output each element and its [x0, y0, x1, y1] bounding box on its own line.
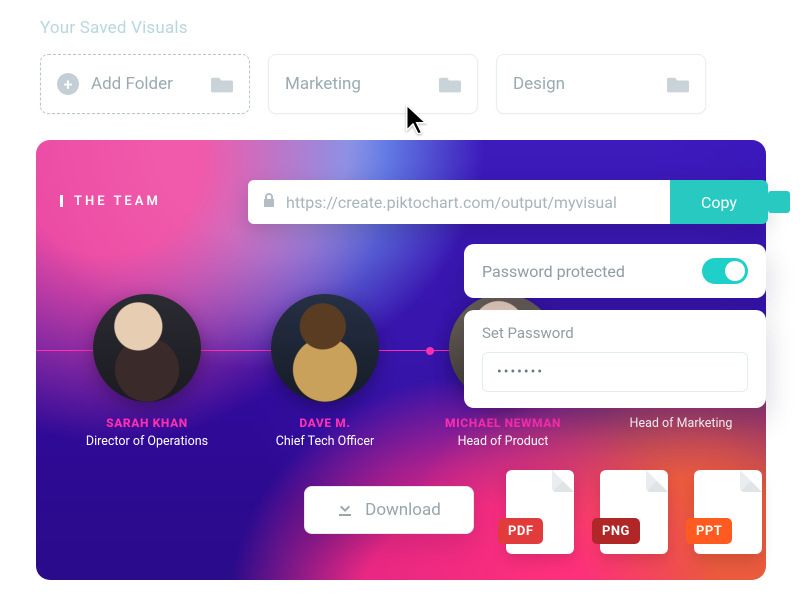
avatar	[271, 294, 379, 402]
share-url-field[interactable]: https://create.piktochart.com/output/myv…	[248, 180, 670, 224]
folder-icon	[439, 75, 461, 93]
password-input[interactable]: •••••••	[482, 352, 748, 392]
file-badge: PPT	[686, 518, 732, 544]
member-role: Director of Operations	[72, 434, 222, 449]
download-label: Download	[365, 500, 441, 520]
folder-label: Design	[513, 74, 565, 94]
section-heading: Your Saved Visuals	[40, 18, 188, 38]
set-password-card: Set Password •••••••	[464, 310, 766, 408]
member-role: Head of Product	[428, 434, 578, 449]
toggle-knob	[725, 261, 745, 281]
file-ppt[interactable]: PPT	[694, 470, 762, 554]
folder-marketing[interactable]: Marketing	[268, 54, 478, 114]
team-member: DAVE M. Chief Tech Officer	[250, 294, 400, 449]
member-name: MICHAEL NEWMAN	[428, 416, 578, 430]
download-button[interactable]: Download	[304, 486, 474, 534]
file-format-row: PDF PNG PPT	[506, 470, 762, 554]
folder-icon	[667, 75, 689, 93]
file-badge: PNG	[592, 518, 640, 544]
member-role: Head of Marketing	[606, 416, 756, 431]
plus-icon: +	[57, 73, 79, 95]
share-url-text: https://create.piktochart.com/output/myv…	[286, 193, 617, 212]
password-protect-card: Password protected	[464, 244, 766, 298]
member-name: SARAH KHAN	[72, 416, 222, 430]
file-badge: PDF	[498, 518, 543, 544]
set-password-label: Set Password	[482, 324, 748, 342]
download-icon	[337, 500, 353, 521]
file-pdf[interactable]: PDF	[506, 470, 574, 554]
folder-label: Marketing	[285, 74, 361, 94]
cursor-icon	[405, 104, 431, 134]
password-toggle[interactable]	[702, 258, 748, 284]
folder-row: + Add Folder Marketing Design	[40, 54, 706, 114]
copy-label: Copy	[701, 193, 737, 212]
add-folder-button[interactable]: + Add Folder	[40, 54, 250, 114]
password-value: •••••••	[497, 364, 544, 380]
folder-design[interactable]: Design	[496, 54, 706, 114]
avatar	[93, 294, 201, 402]
member-role: Chief Tech Officer	[250, 434, 400, 449]
decorative-accent	[768, 191, 790, 213]
member-name: DAVE M.	[250, 416, 400, 430]
folder-icon	[211, 75, 233, 93]
lock-icon	[262, 192, 276, 212]
share-url-bar: https://create.piktochart.com/output/myv…	[248, 180, 768, 224]
password-toggle-label: Password protected	[482, 262, 625, 281]
copy-button[interactable]: Copy	[670, 180, 768, 224]
add-folder-label: Add Folder	[91, 74, 173, 94]
team-member: SARAH KHAN Director of Operations	[72, 294, 222, 449]
file-png[interactable]: PNG	[600, 470, 668, 554]
team-section-title: THE TEAM	[74, 194, 161, 209]
